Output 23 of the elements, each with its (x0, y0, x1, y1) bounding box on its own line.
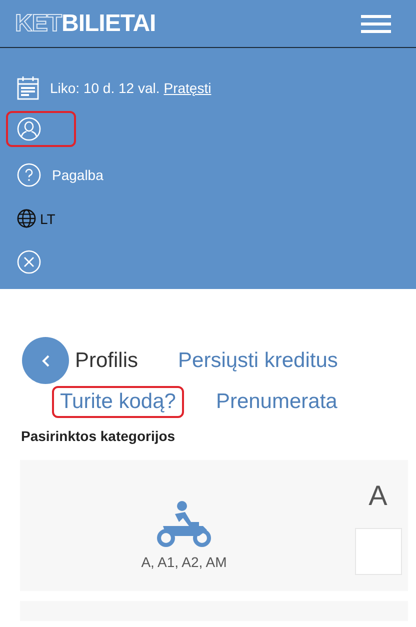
tab[interactable]: Turite kodą? (52, 386, 184, 418)
user-icon[interactable] (17, 116, 41, 140)
close-icon[interactable] (17, 250, 41, 274)
help-icon[interactable] (17, 163, 41, 187)
checkbox[interactable] (354, 528, 402, 575)
section-title: Pasirinktos kategorijos (21, 428, 176, 444)
globe-icon[interactable] (17, 209, 36, 228)
category-letter: A (368, 480, 388, 512)
chevron-left-icon (42, 354, 50, 366)
motorcycle-icon (155, 500, 213, 548)
menu-text: Pagalba (52, 167, 104, 183)
tab[interactable]: Profilis (67, 344, 146, 376)
menu-icon[interactable] (361, 14, 391, 32)
category-list: A, A1, A2, AM (141, 554, 227, 570)
category-card[interactable]: A, A1, A2, AM A (20, 460, 408, 591)
tab[interactable]: Prenumerata (208, 386, 346, 418)
extend-link[interactable]: Pratęsti (164, 80, 212, 96)
menu-text: Liko: 10 d. 12 val. (50, 80, 160, 96)
calendar-icon (17, 76, 39, 100)
language-label[interactable]: LT (40, 210, 56, 226)
back-button[interactable] (22, 337, 69, 384)
tab[interactable]: Persiųsti kreditus (170, 344, 346, 376)
logo[interactable]: KETBILIETAI (15, 10, 156, 38)
